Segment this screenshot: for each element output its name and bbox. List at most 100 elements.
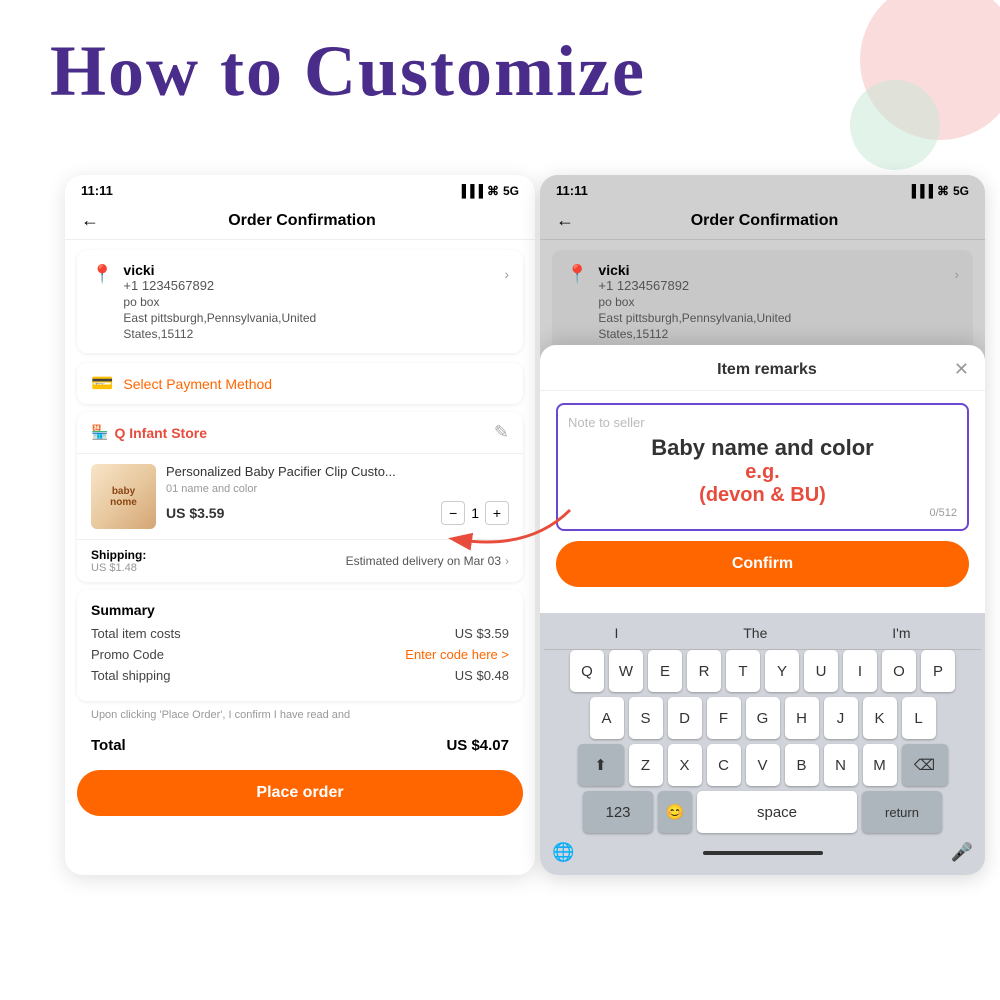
signal-icon: ▐▐▐ xyxy=(457,184,483,198)
remarks-body: Note to seller Baby name and color e.g. … xyxy=(540,391,985,613)
note-placeholder: Note to seller xyxy=(568,415,645,430)
key-x[interactable]: X xyxy=(668,744,702,786)
key-b[interactable]: B xyxy=(785,744,819,786)
address-phone-left: +1 1234567892 xyxy=(123,278,494,293)
note-icon-left[interactable]: ✎ xyxy=(494,422,509,443)
key-m[interactable]: M xyxy=(863,744,897,786)
key-s[interactable]: S xyxy=(629,697,663,739)
back-button-right[interactable]: ← xyxy=(556,210,574,231)
keyboard-row-2: A S D F G H J K L xyxy=(544,697,981,739)
key-g[interactable]: G xyxy=(746,697,780,739)
arrow-indicator xyxy=(430,500,590,560)
nav-title-left: Order Confirmation xyxy=(109,212,495,230)
battery-icon: 5G xyxy=(503,184,519,198)
location-icon-right: 📍 xyxy=(566,264,588,285)
product-variant-left: 01 name and color xyxy=(166,483,509,495)
key-w[interactable]: W xyxy=(609,650,643,692)
nav-bar-left: ← Order Confirmation xyxy=(65,202,535,240)
key-z[interactable]: Z xyxy=(629,744,663,786)
key-j[interactable]: J xyxy=(824,697,858,739)
total-shipping-label: Total shipping xyxy=(91,668,171,683)
address-line3-right: States,15112 xyxy=(598,327,944,341)
address-arrow-right[interactable]: › xyxy=(954,266,959,282)
key-p[interactable]: P xyxy=(921,650,955,692)
key-f[interactable]: F xyxy=(707,697,741,739)
key-n[interactable]: N xyxy=(824,744,858,786)
address-arrow-left[interactable]: › xyxy=(504,266,509,282)
key-e[interactable]: E xyxy=(648,650,682,692)
payment-row-left[interactable]: 💳 Select Payment Method xyxy=(77,363,523,404)
status-bar-right: 11:11 ▐▐▐ ⌘ 5G xyxy=(540,175,985,202)
battery-icon-right: 5G xyxy=(953,184,969,198)
remarks-title: Item remarks xyxy=(580,361,954,379)
address-line1-left: po box xyxy=(123,295,494,309)
globe-icon[interactable]: 🌐 xyxy=(552,842,574,863)
status-time-left: 11:11 xyxy=(81,183,113,198)
place-order-button[interactable]: Place order xyxy=(77,770,523,816)
address-card-left: 📍 vicki +1 1234567892 po box East pittsb… xyxy=(77,250,523,353)
key-shift[interactable]: ⬆ xyxy=(578,744,624,786)
address-info-right: vicki +1 1234567892 po box East pittsbur… xyxy=(598,262,944,341)
address-line3-left: States,15112 xyxy=(123,327,494,341)
keyboard-row-4: 123 😊 space return xyxy=(544,791,981,833)
store-icon-left: 🏪 xyxy=(91,424,108,441)
confirm-button[interactable]: Confirm xyxy=(556,541,969,587)
item-remarks-panel: Item remarks ✕ Note to seller Baby name … xyxy=(540,345,985,875)
keyboard-bottom-bar: 🌐 🎤 xyxy=(544,838,981,871)
key-d[interactable]: D xyxy=(668,697,702,739)
total-shipping-value: US $0.48 xyxy=(455,668,509,683)
key-emoji[interactable]: 😊 xyxy=(658,791,692,833)
note-to-seller-area[interactable]: Note to seller Baby name and color e.g. … xyxy=(556,403,969,531)
key-q[interactable]: Q xyxy=(570,650,604,692)
hint-eg: e.g. xyxy=(568,461,957,484)
nav-title-right: Order Confirmation xyxy=(584,212,945,230)
hint-devon: (devon & BU) xyxy=(568,484,957,507)
total-row-left: Total US $4.07 xyxy=(77,729,523,762)
key-backspace[interactable]: ⌫ xyxy=(902,744,948,786)
disclaimer-left: Upon clicking 'Place Order', I confirm I… xyxy=(77,709,523,721)
key-h[interactable]: H xyxy=(785,697,819,739)
payment-icon-left: 💳 xyxy=(91,373,113,394)
remarks-close-button[interactable]: ✕ xyxy=(954,359,969,380)
signal-icon-right: ▐▐▐ xyxy=(907,184,933,198)
address-line2-right: East pittsburgh,Pennsylvania,United xyxy=(598,311,944,325)
key-space[interactable]: space xyxy=(697,791,857,833)
key-i[interactable]: I xyxy=(843,650,877,692)
key-y[interactable]: Y xyxy=(765,650,799,692)
shipping-cost-left: US $1.48 xyxy=(91,562,146,574)
total-value-left: US $4.07 xyxy=(446,737,509,754)
suggestion-im[interactable]: I'm xyxy=(892,625,910,641)
keyboard: I The I'm Q W E R T Y U I O P A S D xyxy=(540,613,985,875)
address-name-left: vicki xyxy=(123,262,494,278)
shipping-label-left: Shipping: xyxy=(91,548,146,562)
key-k[interactable]: K xyxy=(863,697,897,739)
store-header-left: 🏪 Q Infant Store ✎ xyxy=(77,412,523,454)
microphone-icon[interactable]: 🎤 xyxy=(951,842,973,863)
suggestion-i[interactable]: I xyxy=(614,625,618,641)
summary-promo-left[interactable]: Promo Code Enter code here > xyxy=(91,647,509,662)
key-numbers[interactable]: 123 xyxy=(583,791,653,833)
address-phone-right: +1 1234567892 xyxy=(598,278,944,293)
promo-value: Enter code here > xyxy=(405,647,509,662)
key-a[interactable]: A xyxy=(590,697,624,739)
address-card-right: 📍 vicki +1 1234567892 po box East pittsb… xyxy=(552,250,973,353)
address-info-left: vicki +1 1234567892 po box East pittsbur… xyxy=(123,262,494,341)
product-image-left: babynome xyxy=(91,464,156,529)
key-t[interactable]: T xyxy=(726,650,760,692)
back-button-left[interactable]: ← xyxy=(81,210,99,231)
suggestion-the[interactable]: The xyxy=(743,625,767,641)
address-name-right: vicki xyxy=(598,262,944,278)
key-return[interactable]: return xyxy=(862,791,942,833)
key-o[interactable]: O xyxy=(882,650,916,692)
bg-decoration-mint xyxy=(850,80,940,170)
total-label-left: Total xyxy=(91,737,126,754)
item-costs-value: US $3.59 xyxy=(455,626,509,641)
key-r[interactable]: R xyxy=(687,650,721,692)
keyboard-row-1: Q W E R T Y U I O P xyxy=(544,650,981,692)
key-u[interactable]: U xyxy=(804,650,838,692)
key-l[interactable]: L xyxy=(902,697,936,739)
key-v[interactable]: V xyxy=(746,744,780,786)
address-line2-left: East pittsburgh,Pennsylvania,United xyxy=(123,311,494,325)
home-indicator xyxy=(703,851,823,855)
key-c[interactable]: C xyxy=(707,744,741,786)
